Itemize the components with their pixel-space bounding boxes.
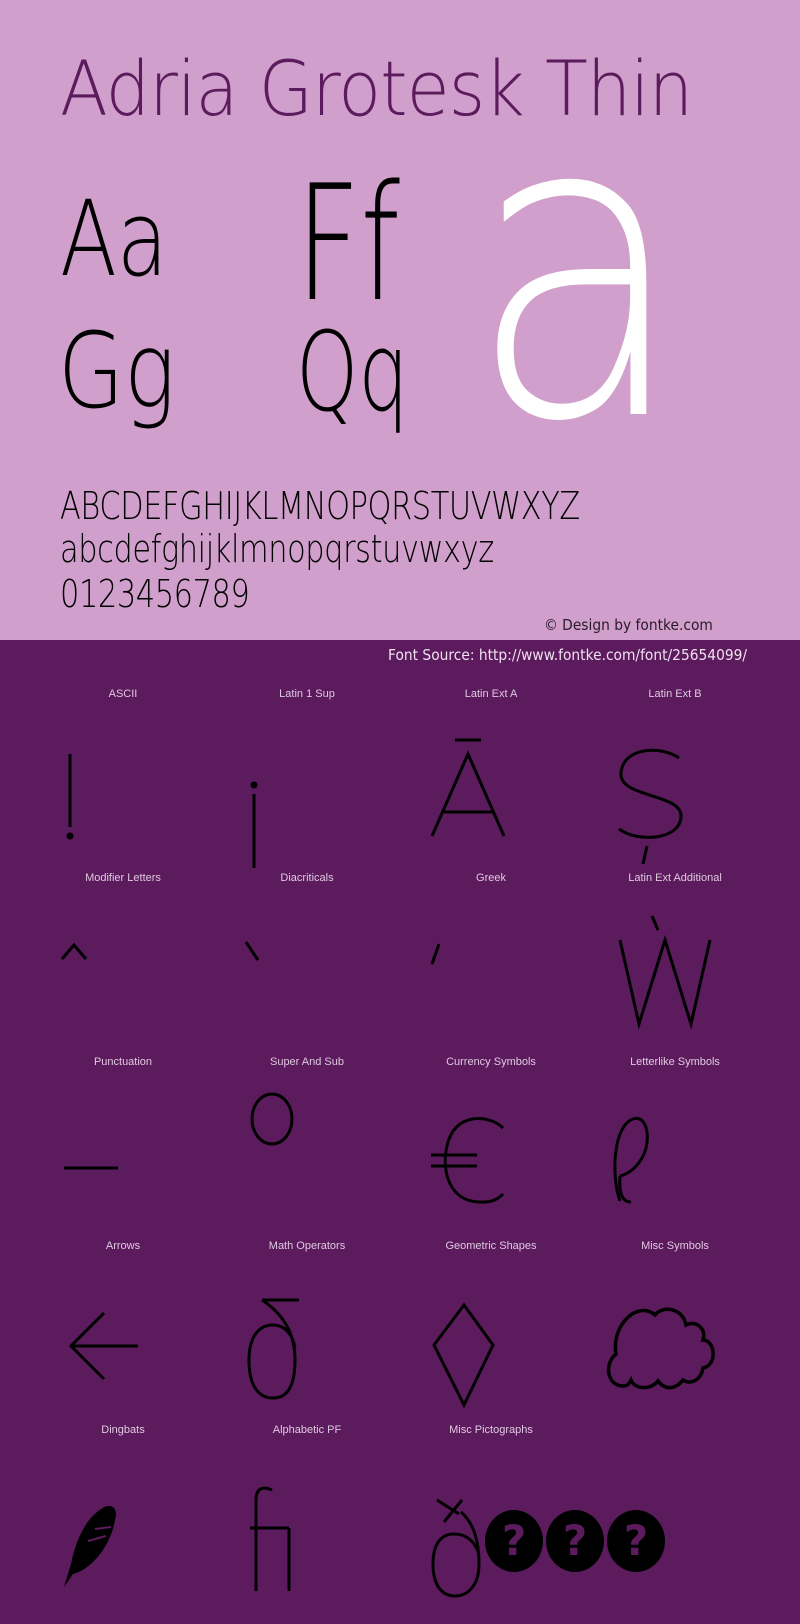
- tonos-icon: [399, 872, 583, 1056]
- unicode-block-cell: Geometric Shapes: [399, 1240, 583, 1424]
- unicode-block-cell: Misc Symbols: [583, 1240, 767, 1424]
- lowercase-alphabet: abcdefghijklmnopqrstuvwxyz: [60, 527, 494, 571]
- circumflex-icon: [31, 872, 215, 1056]
- s-comma-icon: [583, 688, 767, 872]
- unicode-block-cell: Misc Pictographs???: [399, 1424, 665, 1608]
- uppercase-alphabet: ABCDEFGHIJKLMNOPQRSTUVWXYZ: [60, 484, 580, 528]
- grave-accent-icon: [215, 872, 399, 1056]
- missing-glyph-icon: ?: [607, 1510, 665, 1572]
- superscript-zero-icon: [215, 1056, 399, 1240]
- unicode-block-cell: Diacriticals: [215, 872, 399, 1056]
- unicode-block-cell: Latin Ext B: [583, 688, 767, 872]
- missing-glyph-icon: ?: [546, 1510, 604, 1572]
- missing-glyph-icon: ?: [485, 1510, 543, 1572]
- unicode-block-cell: Modifier Letters: [31, 872, 215, 1056]
- design-credit: © Design by fontke.com: [544, 616, 713, 634]
- cloud-icon: [583, 1240, 767, 1424]
- specimen-pair-gg: Gg: [58, 310, 176, 432]
- font-source-link[interactable]: Font Source: http://www.fontke.com/font/…: [388, 646, 747, 664]
- en-dash-icon: [31, 1056, 215, 1240]
- feather-icon: [31, 1424, 215, 1608]
- unicode-block-cell: Latin Ext A: [399, 688, 583, 872]
- unicode-block-cell: Currency Symbols: [399, 1056, 583, 1240]
- unicode-block-cell: Dingbats: [31, 1424, 215, 1608]
- unicode-block-cell: Alphabetic PF: [215, 1424, 399, 1608]
- fi-ligature-icon: [215, 1424, 399, 1608]
- unicode-block-cell: Math Operators: [215, 1240, 399, 1424]
- unicode-block-cell: Greek: [399, 872, 583, 1056]
- a-macron-icon: [399, 688, 583, 872]
- left-arrow-icon: [31, 1240, 215, 1424]
- partial-differential-icon: [215, 1240, 399, 1424]
- w-grave-icon: [583, 872, 767, 1056]
- unicode-block-cell: Letterlike Symbols: [583, 1056, 767, 1240]
- unicode-block-cell: Latin Ext Additional: [583, 872, 767, 1056]
- svg-text:?: ?: [624, 1516, 648, 1565]
- script-l-icon: [583, 1056, 767, 1240]
- specimen-pair-qq: Qq: [296, 308, 409, 436]
- missings-icon: ???: [399, 1424, 665, 1608]
- exclamation-icon: [31, 688, 215, 872]
- big-glyph-a: a: [468, 25, 687, 514]
- euro-icon: [399, 1056, 583, 1240]
- digits: 0123456789: [60, 572, 250, 616]
- lozenge-icon: [399, 1240, 583, 1424]
- specimen-pair-aa: Aa: [60, 178, 168, 300]
- svg-text:?: ?: [502, 1516, 526, 1565]
- unicode-block-cell: ASCII: [31, 688, 215, 872]
- svg-text:?: ?: [563, 1516, 587, 1565]
- unicode-block-cell: Arrows: [31, 1240, 215, 1424]
- inverted-exclamation-icon: [215, 688, 399, 872]
- unicode-block-cell: Punctuation: [31, 1056, 215, 1240]
- unicode-block-cell: Super And Sub: [215, 1056, 399, 1240]
- unicode-block-cell: Latin 1 Sup: [215, 688, 399, 872]
